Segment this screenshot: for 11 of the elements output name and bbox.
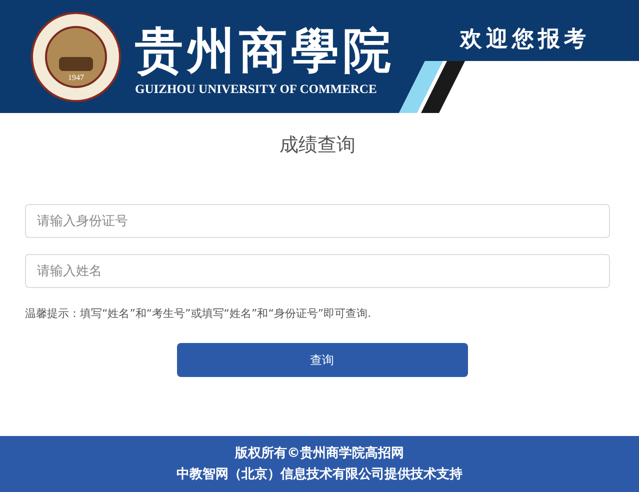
- welcome-text: 欢迎您报考: [460, 26, 590, 54]
- hint-text: 温馨提示：填写“姓名”和“考生号”或填写“姓名”和“身份证号”即可查询.: [25, 306, 372, 322]
- footer-text: 版权所有©贵州商学院高招网: [235, 445, 404, 462]
- input-field[interactable]: 请输入身份证号: [25, 204, 610, 238]
- query-button[interactable]: 查询: [176, 343, 468, 377]
- school-name-english: GUIZHOU UNIVERSITY OF COMMERCE: [135, 80, 377, 98]
- input-field[interactable]: 请输入姓名: [25, 254, 610, 288]
- footer-text: 中教智网（北京）信息技术有限公司提供技术支持: [176, 466, 462, 483]
- school-name: 贵州商學院: [135, 24, 395, 80]
- form-title: 成绩查询: [280, 133, 356, 157]
- seal-year: 1947: [68, 74, 84, 82]
